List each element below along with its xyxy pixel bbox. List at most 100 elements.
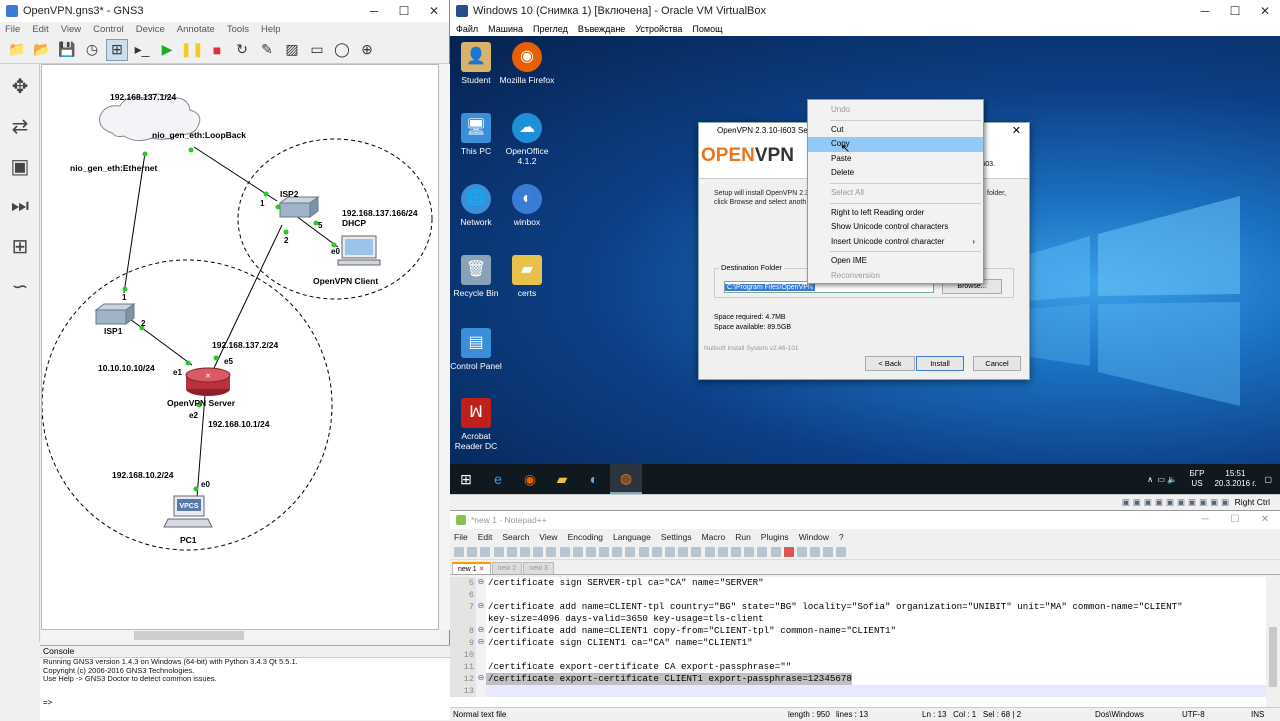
- npp-menu-edit[interactable]: Edit: [478, 532, 493, 542]
- edge-icon[interactable]: e: [482, 464, 514, 494]
- menu-edit[interactable]: Edit: [32, 24, 48, 35]
- tray-clock[interactable]: 15:51 20.3.2016 г.: [1214, 469, 1256, 489]
- link-cloud-isp1[interactable]: [123, 152, 146, 294]
- minimize-icon[interactable]: ─: [1190, 511, 1220, 533]
- openvpn-client-computer-icon[interactable]: [337, 235, 381, 266]
- menu-item-delete[interactable]: Delete: [808, 166, 983, 181]
- editor-vertical-scrollbar[interactable]: [1266, 577, 1280, 707]
- replace-icon[interactable]: [625, 547, 636, 557]
- stop-macro-icon[interactable]: [796, 547, 807, 557]
- desktop-icon-firefox[interactable]: ◉ Mozilla Firefox: [499, 42, 555, 85]
- notifications-icon[interactable]: ▢: [1264, 475, 1272, 484]
- menu-item-insert-unicode[interactable]: Insert Unicode control character ›: [808, 235, 983, 250]
- tab-new-1[interactable]: new 1 ✕: [452, 562, 491, 574]
- npp-menu-macro[interactable]: Macro: [702, 532, 726, 542]
- save-macro-icon[interactable]: [836, 547, 847, 557]
- npp-menu-plugins[interactable]: Plugins: [761, 532, 789, 542]
- start-windows-icon[interactable]: ⊞: [450, 464, 482, 494]
- word-wrap-icon[interactable]: [691, 547, 702, 557]
- suspend-all-icon[interactable]: ❚❚: [180, 39, 203, 61]
- npp-menu-window[interactable]: Window: [799, 532, 829, 542]
- maximize-icon[interactable]: ☐: [389, 0, 419, 22]
- tab-new-2[interactable]: new 2: [491, 562, 523, 574]
- open-project-icon[interactable]: 📂: [31, 39, 53, 61]
- openvpn-taskbar-icon[interactable]: ◍: [610, 464, 642, 494]
- sync-v-icon[interactable]: [665, 547, 675, 557]
- add-link-icon[interactable]: ∽: [4, 270, 36, 302]
- insert-picture-icon[interactable]: ▨: [281, 39, 303, 61]
- desktop-icon-acrobat[interactable]: ꟽ Acrobat Reader DC: [450, 398, 504, 451]
- minimize-icon[interactable]: ─: [1190, 0, 1220, 22]
- console-panel[interactable]: Console Running GNS3 version 1.4.3 on Wi…: [40, 645, 450, 720]
- menu-item-cut[interactable]: Cut: [808, 123, 983, 138]
- vbox-menu-input[interactable]: Въвеждане: [578, 24, 625, 34]
- vbox-menu-file[interactable]: Файл: [456, 24, 478, 34]
- npp-menu-view[interactable]: View: [539, 532, 557, 542]
- tab-new-3[interactable]: new 3: [523, 562, 554, 574]
- start-all-icon[interactable]: ▶: [156, 39, 178, 61]
- find-icon[interactable]: [612, 547, 623, 557]
- undo-icon[interactable]: [585, 547, 596, 557]
- draw-rectangle-icon[interactable]: ▭: [306, 39, 328, 61]
- desktop-icon-network[interactable]: 🌐 Network: [450, 184, 504, 227]
- draw-ellipse-icon[interactable]: ◯: [331, 39, 353, 61]
- menu-item-reconversion[interactable]: Reconversion: [808, 269, 983, 284]
- reload-all-icon[interactable]: ↻: [231, 39, 253, 61]
- maximize-icon[interactable]: ☐: [1220, 511, 1250, 533]
- menu-item-show-unicode[interactable]: Show Unicode control characters: [808, 220, 983, 235]
- end-devices-icon[interactable]: ▣: [4, 150, 36, 182]
- menu-file[interactable]: File: [5, 24, 20, 35]
- paste-icon[interactable]: [572, 547, 583, 557]
- desktop-icon-openoffice[interactable]: ☁ OpenOffice 4.1.2: [499, 113, 555, 166]
- menu-item-paste[interactable]: Paste: [808, 152, 983, 167]
- npp-menu-settings[interactable]: Settings: [661, 532, 692, 542]
- menu-annotate[interactable]: Annotate: [177, 24, 215, 35]
- print-icon[interactable]: [533, 547, 544, 557]
- tray-chevron-up-icon[interactable]: ∧: [1147, 475, 1153, 484]
- close-all-icon[interactable]: [519, 547, 530, 557]
- link-isp1-server[interactable]: [129, 318, 193, 366]
- menu-item-open-ime[interactable]: Open IME: [808, 254, 983, 269]
- npp-menu-help[interactable]: ?: [839, 532, 844, 542]
- indent-guide-icon[interactable]: [717, 547, 728, 557]
- pc1-vpcs-icon[interactable]: VPCS: [163, 495, 213, 528]
- sync-h-icon[interactable]: [678, 547, 689, 557]
- run-macro-icon[interactable]: [823, 547, 834, 557]
- tray-network-icon[interactable]: ▭: [1158, 475, 1166, 484]
- close-file-icon[interactable]: [506, 547, 517, 557]
- redo-icon[interactable]: [599, 547, 610, 557]
- desktop-icon-student[interactable]: 👤 Student: [450, 42, 504, 85]
- npp-menu-run[interactable]: Run: [735, 532, 751, 542]
- close-tab-icon[interactable]: ✕: [479, 566, 485, 573]
- routers-icon[interactable]: ✥: [4, 70, 36, 102]
- canvas-vertical-scrollbar[interactable]: [440, 64, 450, 630]
- folder-workspace-icon[interactable]: [770, 547, 781, 557]
- cancel-button[interactable]: Cancel: [973, 356, 1021, 371]
- zoom-out-icon[interactable]: [651, 547, 662, 557]
- isp1-switch-icon[interactable]: [94, 303, 136, 325]
- console-all-icon[interactable]: ▸_: [131, 39, 153, 61]
- tray-volume-icon[interactable]: 🔈: [1167, 475, 1177, 484]
- doc-map-icon[interactable]: [744, 547, 755, 557]
- all-devices-icon[interactable]: ⊞: [4, 230, 36, 262]
- close-icon[interactable]: ✕: [1012, 123, 1021, 139]
- canvas-horizontal-scrollbar[interactable]: [41, 630, 440, 641]
- guest-desktop[interactable]: 👤 Student ◉ Mozilla Firefox 🖥 This PC ☁ …: [450, 36, 1280, 464]
- npp-menu-search[interactable]: Search: [502, 532, 529, 542]
- menu-item-undo[interactable]: Undo: [808, 103, 983, 118]
- topology-canvas[interactable]: ✕ VPCS 192.168.137.1/24 nio_gen_eth:Loop…: [41, 64, 439, 630]
- udl-icon[interactable]: [730, 547, 741, 557]
- vbox-menu-devices[interactable]: Устройства: [635, 24, 682, 34]
- switches-icon[interactable]: ⇄: [4, 110, 36, 142]
- menu-device[interactable]: Device: [136, 24, 165, 35]
- npp-menu-encoding[interactable]: Encoding: [568, 532, 603, 542]
- cut-icon[interactable]: [546, 547, 557, 557]
- desktop-icon-certs[interactable]: ▰ certs: [499, 255, 555, 298]
- desktop-icon-control-panel[interactable]: ▤ Control Panel: [450, 328, 504, 371]
- record-macro-icon[interactable]: [783, 547, 794, 557]
- snapshot-icon[interactable]: ◷: [81, 39, 103, 61]
- save-icon[interactable]: [480, 547, 491, 557]
- stop-all-icon[interactable]: ■: [206, 39, 228, 61]
- add-note-icon[interactable]: ✎: [256, 39, 278, 61]
- console-prompt[interactable]: =>: [40, 698, 450, 707]
